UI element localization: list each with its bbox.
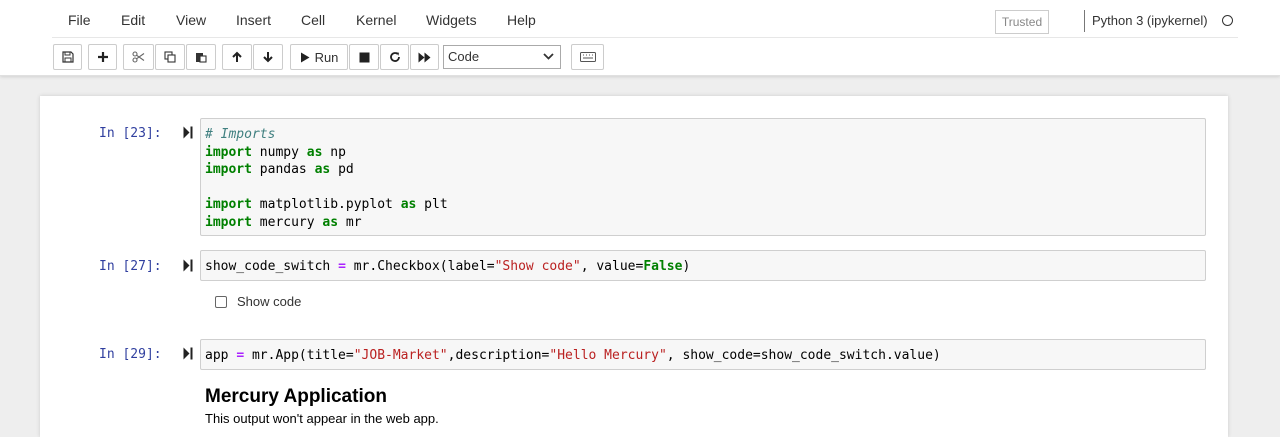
code-cell-imports[interactable]: # Imports import numpy as np import pandas… (200, 118, 1206, 236)
run-cell-icon[interactable] (183, 347, 193, 360)
menu-view[interactable]: View (176, 12, 206, 28)
code-token: np (322, 144, 346, 160)
code-line: show_code_switch = mr.Checkbox(label="Sh… (205, 258, 1201, 276)
code-line: import mercury as mr (205, 214, 1201, 232)
code-token: as (322, 214, 339, 230)
plus-icon (97, 52, 108, 62)
code-token: mr.App(title= (244, 348, 354, 363)
code-token: "JOB-Market" (353, 348, 448, 363)
arrow-down-icon (263, 52, 273, 63)
code-token: mr.Checkbox(label= (345, 259, 495, 274)
code-token: pd (330, 162, 354, 177)
run-label: Run (314, 49, 339, 65)
code-token: mr (338, 214, 362, 230)
menu-kernel[interactable]: Kernel (356, 12, 396, 28)
keyboard-icon (579, 52, 596, 62)
kernel-separator (1084, 10, 1085, 32)
cell-prompt: In [27]: (99, 259, 162, 274)
code-token: = (236, 348, 245, 363)
fast-forward-icon (418, 52, 431, 62)
code-line: # Imports (205, 126, 1201, 144)
restart-run-all-button[interactable] (410, 44, 439, 70)
notebook-header: File Edit View Insert Cell Kernel Widget… (0, 0, 1280, 76)
code-token: import (205, 214, 252, 230)
code-token: import (205, 197, 252, 212)
menu-cell[interactable]: Cell (301, 12, 325, 28)
code-token: import (205, 144, 252, 160)
output-description: This output won't appear in the web app. (205, 411, 439, 426)
code-cell-checkbox[interactable]: show_code_switch = mr.Checkbox(label="Sh… (200, 250, 1206, 281)
menu-edit[interactable]: Edit (121, 12, 145, 28)
restart-icon (389, 52, 400, 62)
cell-prompt: In [23]: (99, 126, 162, 141)
kernel-idle-icon (1222, 15, 1233, 26)
checkbox-box[interactable] (215, 295, 227, 308)
run-button[interactable]: Run (290, 44, 348, 70)
show-code-checkbox[interactable]: Show code (215, 294, 301, 309)
code-token: "Hello Mercury" (549, 348, 667, 363)
save-icon (61, 51, 74, 63)
menu-bar: File Edit View Insert Cell Kernel Widget… (52, 6, 1238, 38)
move-up-button[interactable] (222, 44, 252, 70)
copy-button[interactable] (155, 44, 185, 70)
code-line: import matplotlib.pyplot as plt (205, 196, 1201, 214)
code-token: , show_code=show_code_switch.value) (666, 348, 941, 363)
code-line: import pandas as pd (205, 161, 1201, 179)
code-line: app = mr.App(title="JOB-Market",descript… (205, 347, 1201, 365)
code-token: , value= (580, 259, 644, 274)
kernel-name[interactable]: Python 3 (ipykernel) (1092, 13, 1208, 28)
code-cell-app[interactable]: app = mr.App(title="JOB-Market",descript… (200, 339, 1206, 370)
code-token: matplotlib.pyplot (251, 197, 401, 212)
code-token: False (643, 259, 683, 274)
play-icon (300, 52, 310, 62)
code-token: "Show code" (494, 259, 581, 274)
trusted-indicator[interactable]: Trusted (995, 10, 1049, 34)
insert-cell-button[interactable] (88, 44, 117, 70)
copy-icon (164, 51, 176, 63)
command-palette-button[interactable] (571, 44, 604, 70)
cell-type-value: Code (448, 49, 480, 64)
stop-icon (359, 52, 369, 62)
menu-widgets[interactable]: Widgets (426, 12, 477, 28)
cell-type-select[interactable]: Code (443, 45, 561, 69)
code-token: ) (682, 259, 691, 274)
code-token: ,description= (447, 348, 550, 363)
checkbox-label: Show code (237, 294, 302, 309)
paste-icon (196, 53, 207, 63)
code-token: import (205, 162, 252, 177)
scissors-icon (132, 51, 145, 63)
move-down-button[interactable] (253, 44, 283, 70)
paste-button[interactable] (186, 44, 216, 70)
code-token: as (314, 162, 331, 177)
output-title: Mercury Application (205, 386, 387, 407)
chevron-down-icon (543, 53, 554, 60)
code-token: mercury (251, 214, 323, 230)
code-token: numpy (251, 144, 307, 160)
code-token: as (306, 144, 323, 160)
run-cell-icon[interactable] (183, 126, 193, 139)
menu-help[interactable]: Help (507, 12, 536, 28)
save-button[interactable] (53, 44, 82, 70)
code-token: = (338, 259, 346, 274)
code-token: pandas (251, 162, 315, 177)
arrow-up-icon (232, 51, 242, 62)
code-token: show_code_switch (205, 259, 339, 274)
code-line: import numpy as np (205, 144, 1201, 162)
code-token: as (400, 197, 417, 212)
code-token: plt (416, 197, 448, 212)
cut-button[interactable] (123, 44, 154, 70)
run-cell-icon[interactable] (183, 259, 193, 272)
menu-file[interactable]: File (68, 12, 91, 28)
cell-prompt: In [29]: (99, 347, 162, 362)
interrupt-kernel-button[interactable] (349, 44, 379, 70)
menu-insert[interactable]: Insert (236, 12, 271, 28)
code-token: app (205, 348, 237, 363)
code-token: # Imports (205, 127, 276, 142)
restart-kernel-button[interactable] (380, 44, 409, 70)
